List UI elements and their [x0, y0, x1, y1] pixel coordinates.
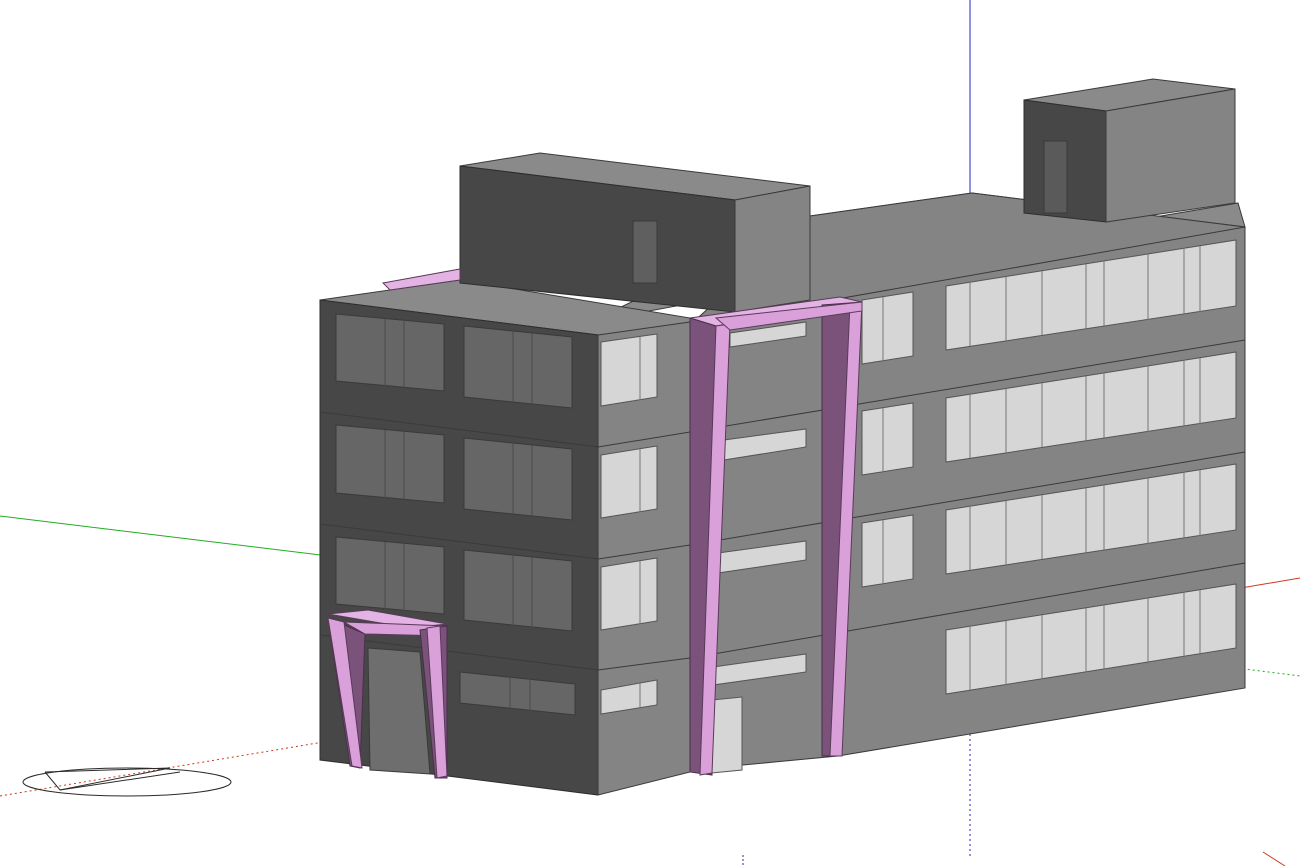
building[interactable]: [319, 78, 1246, 796]
rooftop-door: [632, 220, 658, 284]
main-entrance-door: [367, 647, 431, 775]
rooftop-box-left: [459, 152, 811, 313]
long-block-small-windows: [861, 291, 914, 588]
axis-tick-right: [1262, 851, 1286, 866]
building-model[interactable]: [0, 0, 1300, 866]
3d-viewport[interactable]: [0, 0, 1300, 866]
rooftop-right-door: [1043, 140, 1068, 214]
compass-ellipse: [22, 767, 232, 797]
rooftop-box-right: [1023, 78, 1236, 223]
entrance-door: [711, 696, 743, 774]
